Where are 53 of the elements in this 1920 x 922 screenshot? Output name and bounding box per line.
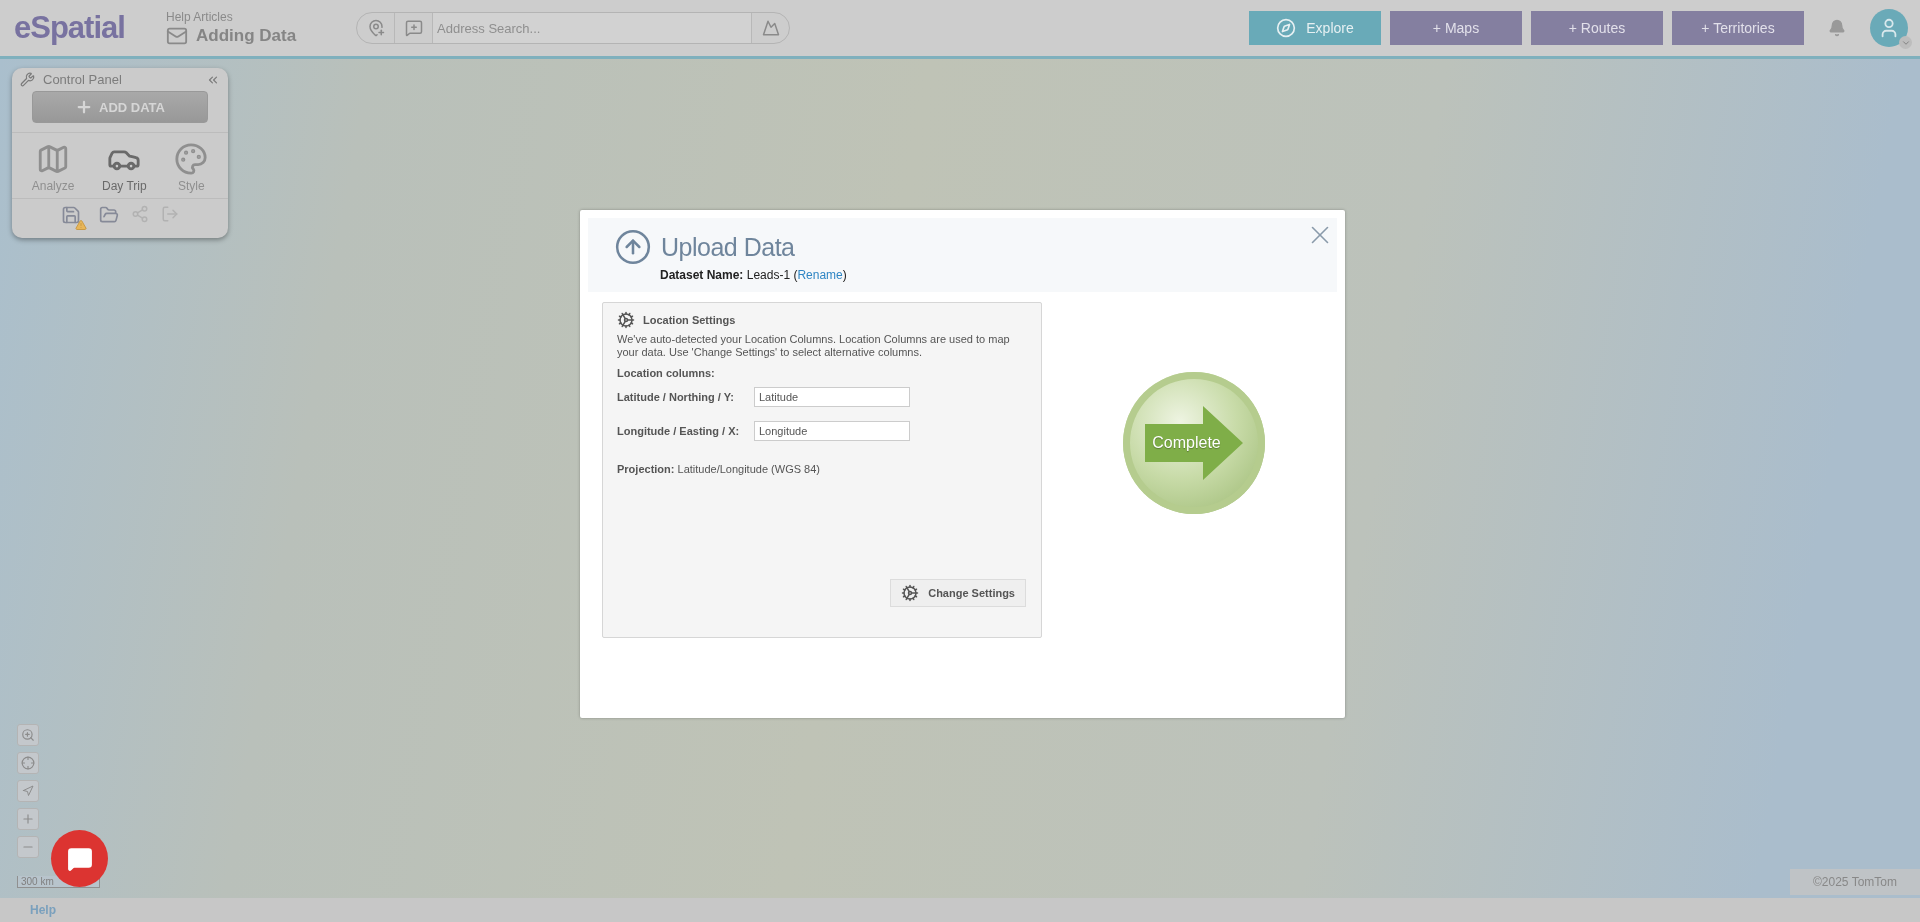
plus-icon — [21, 812, 35, 826]
add-data-button[interactable]: ADD DATA — [32, 91, 208, 123]
change-settings-button[interactable]: Change Settings — [890, 579, 1026, 607]
zoom-box-button[interactable] — [17, 724, 39, 746]
input-field[interactable]: Latitude — [754, 387, 910, 407]
nav-button[interactable]: + Maps — [1390, 11, 1522, 45]
gears-icon — [617, 311, 635, 329]
folder-icon — [99, 205, 119, 225]
export-icon — [161, 205, 179, 223]
dialog-title: Upload Data — [661, 232, 795, 262]
mountain-icon — [761, 19, 780, 37]
wrench-icon — [20, 72, 35, 87]
field-label: Latitude / Northing / Y: — [617, 391, 735, 403]
bell-icon[interactable] — [1828, 19, 1846, 37]
location-columns-label: Location columns: — [617, 367, 716, 379]
rename-link[interactable]: Rename — [797, 268, 843, 282]
zoom-in-button[interactable] — [17, 808, 39, 830]
help-article-title[interactable]: Adding Data — [196, 25, 297, 46]
nav-button[interactable]: Explore — [1249, 11, 1381, 45]
plus-icon — [75, 98, 93, 116]
complete-button[interactable]: Complete — [1122, 372, 1265, 514]
dataset-name-text: Dataset Name: Leads-1 (Rename) — [659, 268, 848, 282]
chat-icon — [66, 845, 93, 872]
caret-icon — [1899, 36, 1912, 49]
help-articles-label: Help Articles — [166, 9, 234, 24]
zoom-out-button[interactable] — [17, 836, 39, 858]
nav-button[interactable]: + Territories — [1672, 11, 1804, 45]
projection-text: Projection: Latitude/Longitude (WGS 84) — [617, 463, 821, 475]
add-pin-icon — [366, 19, 385, 37]
palette-icon — [174, 142, 209, 176]
help-link[interactable]: Help — [30, 903, 56, 917]
crosshair-icon — [21, 756, 35, 770]
map-copyright: ©2025 TomTom — [1790, 869, 1920, 895]
input-field[interactable]: Longitude — [754, 421, 910, 441]
share-icon — [131, 205, 149, 223]
upload-icon — [614, 228, 652, 266]
location-settings-title: Location Settings — [643, 314, 736, 326]
arrow-icon — [1144, 406, 1245, 480]
zoom-icon — [21, 728, 35, 742]
save-button[interactable] — [61, 205, 87, 231]
locate-button[interactable] — [17, 752, 39, 774]
add-comment-icon — [404, 19, 423, 37]
warning-icon — [75, 219, 87, 231]
location-settings-description: We've auto-detected your Location Columns. Location Columns are used to map your data. Use 'Change Settings' to select alternative columns. — [617, 333, 1011, 359]
nav-button[interactable]: + Routes — [1531, 11, 1663, 45]
compass-button[interactable] — [17, 780, 39, 802]
save-icon — [61, 205, 81, 225]
tool-button[interactable]: Day Trip — [96, 141, 153, 194]
field-label: Longitude / Easting / X: — [617, 425, 741, 437]
espatial-logo[interactable]: eSpatial — [14, 10, 142, 46]
gears-icon — [901, 584, 920, 602]
control-panel-title: Control Panel — [43, 72, 123, 87]
address-search-field[interactable]: Address Search... — [433, 13, 752, 43]
